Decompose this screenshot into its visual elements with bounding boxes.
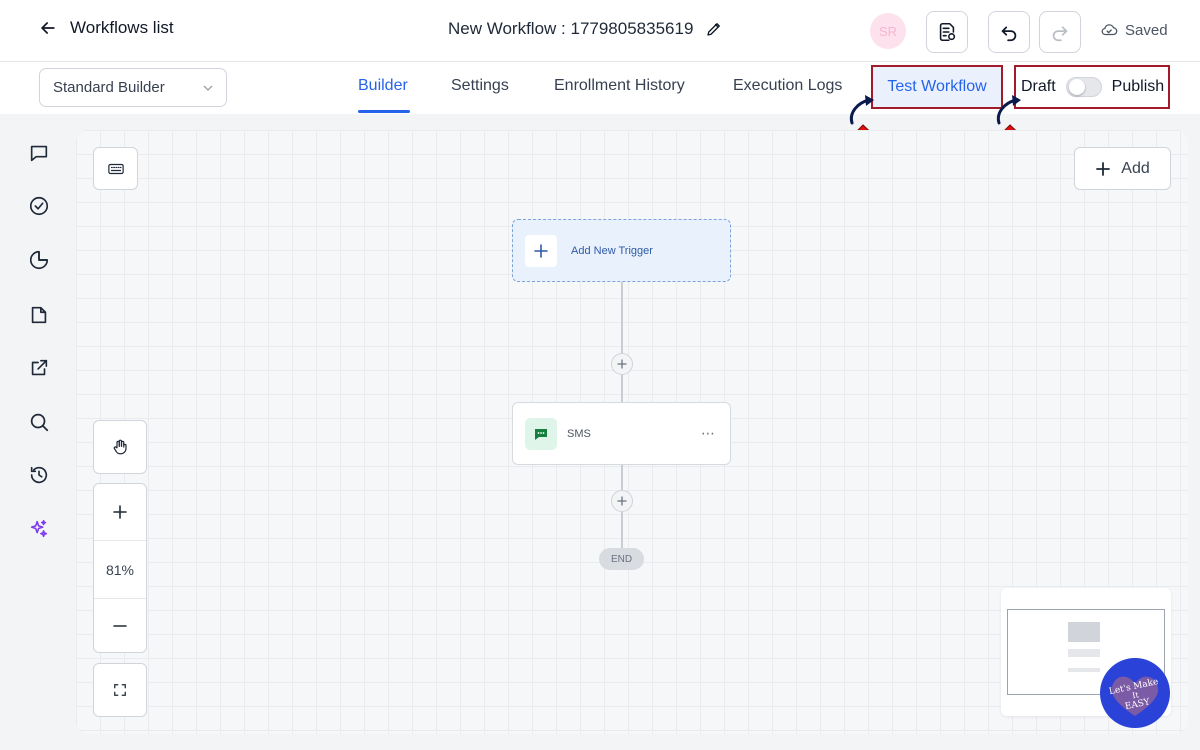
arrow-left-icon	[41, 22, 55, 34]
keyboard-icon	[107, 163, 124, 174]
trigger-label: Add New Trigger	[571, 244, 653, 257]
end-node: END	[599, 548, 644, 570]
redo-button[interactable]	[1039, 11, 1081, 53]
trigger-plus-box	[525, 234, 557, 267]
sms-icon-box	[525, 417, 557, 450]
zoom-out-button[interactable]	[94, 599, 146, 653]
add-button-label: Add	[1121, 159, 1150, 177]
redo-icon	[1052, 26, 1068, 42]
check-circle-icon	[29, 196, 49, 216]
test-workflow-button[interactable]: Test Workflow	[871, 65, 1003, 109]
sidebar-item-search[interactable]	[27, 410, 51, 434]
back-link-label: Workflows list	[70, 18, 174, 37]
sms-action-node[interactable]: SMS ⋯	[512, 402, 731, 465]
connector-line	[621, 282, 623, 364]
more-options-icon[interactable]: ⋯	[701, 425, 716, 442]
watermark-logo: Let's Make It EASY	[1100, 658, 1170, 728]
plus-icon	[617, 359, 627, 369]
plus-icon	[617, 496, 627, 506]
workflow-canvas[interactable]: Add Add New Trigger SMS ⋯ END 81%	[76, 130, 1188, 734]
zoom-level: 81%	[94, 541, 146, 598]
tab-builder[interactable]: Builder	[358, 77, 408, 95]
publish-toggle[interactable]	[1065, 77, 1102, 97]
toggle-knob	[1068, 79, 1085, 95]
hand-icon	[113, 439, 127, 455]
undo-icon	[1001, 26, 1017, 42]
plus-icon	[534, 243, 548, 258]
connector-line	[621, 512, 623, 548]
sparkles-icon	[30, 519, 48, 538]
add-button[interactable]: Add	[1074, 147, 1171, 190]
pie-chart-icon	[29, 250, 49, 270]
tab-settings[interactable]: Settings	[451, 77, 509, 95]
fit-view-button[interactable]	[93, 663, 147, 717]
history-icon	[30, 466, 48, 484]
chat-bubble-icon	[30, 145, 48, 162]
sms-node-label: SMS	[567, 427, 591, 440]
heart-logo-icon: Let's Make It EASY	[1108, 676, 1159, 716]
connector-line	[621, 375, 623, 402]
minus-icon	[113, 625, 127, 627]
sidebar-item-ai[interactable]	[27, 517, 51, 541]
tab-enrollment-history[interactable]: Enrollment History	[554, 77, 685, 95]
zoom-level-value: 81%	[105, 561, 135, 578]
chevron-down-icon	[203, 85, 213, 91]
workflow-title: New Workflow : 1779805835619	[448, 19, 723, 39]
zoom-controls: 81%	[93, 483, 147, 653]
minimap-node	[1068, 668, 1100, 672]
cloud-check-icon	[1101, 24, 1118, 36]
active-tab-indicator	[358, 110, 410, 113]
pencil-icon[interactable]	[705, 20, 723, 38]
top-header: Workflows list New Workflow : 1779805835…	[0, 0, 1200, 62]
sidebar-item-tasks[interactable]	[27, 194, 51, 218]
user-avatar[interactable]: SR	[870, 13, 906, 49]
sidebar-item-documents[interactable]	[27, 303, 51, 327]
zoom-in-button[interactable]	[94, 484, 146, 540]
document-icon	[31, 306, 47, 324]
save-status-label: Saved	[1125, 21, 1168, 39]
left-sidebar	[0, 114, 76, 750]
tab-execution-logs[interactable]: Execution Logs	[733, 77, 842, 95]
add-trigger-node[interactable]: Add New Trigger	[512, 219, 731, 282]
builder-mode-select[interactable]: Standard Builder	[39, 68, 227, 107]
back-to-workflows-link[interactable]: Workflows list	[38, 18, 174, 38]
minimap-node	[1068, 649, 1100, 657]
pan-mode-button[interactable]	[93, 420, 147, 474]
connector-line	[621, 465, 623, 490]
search-icon	[30, 413, 49, 432]
publish-toggle-group: Draft Publish	[1014, 65, 1170, 109]
builder-mode-value: Standard Builder	[53, 79, 165, 96]
sidebar-item-reports[interactable]	[27, 248, 51, 272]
save-status: Saved	[1100, 21, 1168, 39]
sidebar-item-external[interactable]	[27, 356, 51, 380]
undo-button[interactable]	[988, 11, 1030, 53]
insert-step-button[interactable]	[611, 490, 633, 512]
expand-icon	[114, 684, 126, 696]
publish-label: Publish	[1111, 78, 1165, 95]
notes-button[interactable]	[926, 11, 968, 53]
workflow-title-text: New Workflow : 1779805835619	[448, 19, 694, 38]
insert-step-button[interactable]	[611, 353, 633, 375]
plus-icon	[1096, 161, 1111, 176]
minimap-node	[1068, 622, 1100, 642]
sidebar-item-history[interactable]	[27, 463, 51, 487]
keyboard-shortcuts-button[interactable]	[93, 147, 138, 190]
message-icon	[535, 428, 547, 440]
external-link-icon	[31, 359, 48, 376]
draft-label: Draft	[1021, 78, 1056, 95]
plus-icon	[113, 505, 127, 519]
notes-icon	[939, 22, 956, 42]
sidebar-item-chat[interactable]	[27, 141, 51, 165]
